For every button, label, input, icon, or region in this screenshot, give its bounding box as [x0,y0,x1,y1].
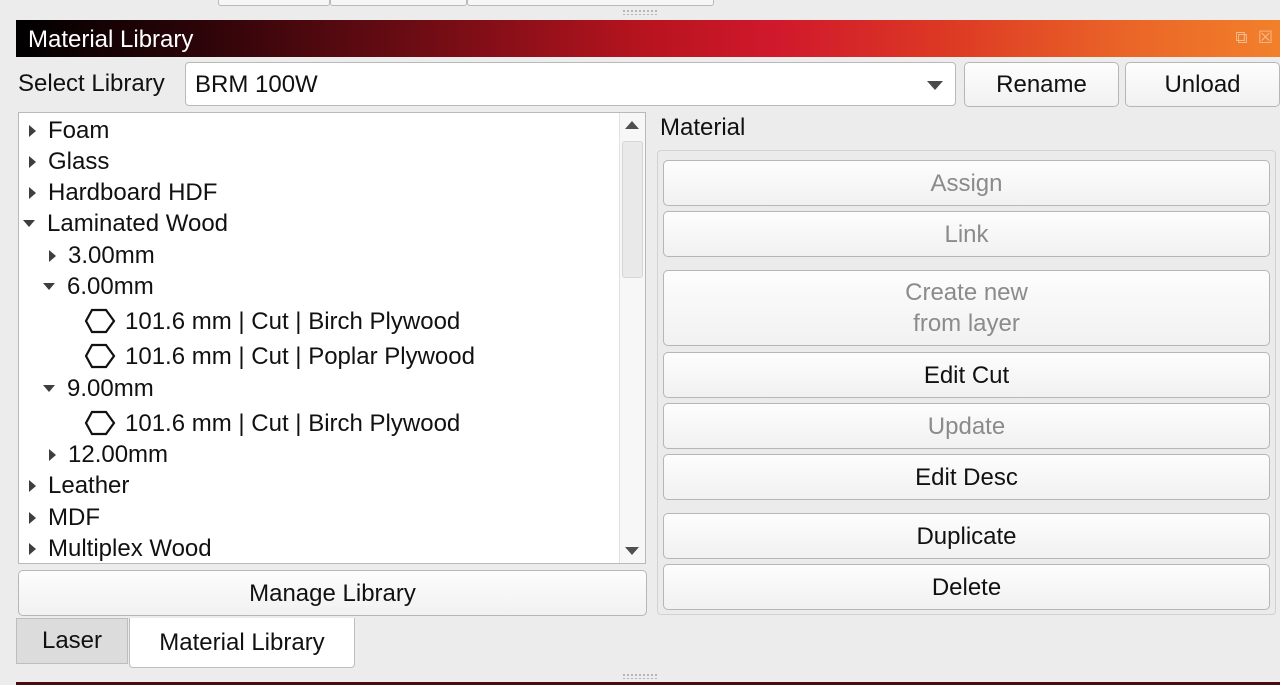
panel-title: Material Library [28,26,194,53]
expand-arrow-icon[interactable] [29,124,36,137]
collapse-arrow-icon[interactable] [23,220,35,227]
tree-item-label: Multiplex Wood [48,535,212,562]
collapse-arrow-icon[interactable] [43,283,55,290]
dock-tab-ghost [218,0,330,6]
tree-item-label: Leather [48,472,130,499]
select-library-label: Select Library [18,70,165,97]
expand-arrow-icon[interactable] [29,186,36,199]
dock-tab-ghost [467,0,714,6]
expand-arrow-icon[interactable] [29,511,36,524]
tree-item-laminated-wood[interactable]: Laminated Wood [23,208,228,239]
scrollbar-thumb[interactable] [622,141,643,278]
unload-button[interactable]: Unload [1125,62,1280,107]
create-new-from-layer-button[interactable]: Create new from layer [663,270,1270,346]
tab-laser[interactable]: Laser [16,618,128,664]
tree-item-glass[interactable]: Glass [25,146,109,177]
tree-item-9mm[interactable]: 9.00mm [43,373,154,404]
rename-button[interactable]: Rename [964,62,1119,107]
delete-button[interactable]: Delete [663,564,1270,610]
collapse-arrow-icon[interactable] [43,385,55,392]
cut-shape-icon [84,343,116,369]
duplicate-button[interactable]: Duplicate [663,513,1270,559]
tree-item-material[interactable]: 101.6 mm | Cut | Poplar Plywood [83,339,475,373]
float-icon[interactable]: ⧉ [1233,29,1250,46]
tree-item-label: Hardboard HDF [48,179,218,206]
tree-item-6mm[interactable]: 6.00mm [43,271,154,302]
tree-item-label: 3.00mm [68,242,155,269]
tree-item-label: 101.6 mm | Cut | Birch Plywood [125,409,461,437]
cut-shape-icon [84,308,116,334]
tree-item-label: 101.6 mm | Cut | Poplar Plywood [125,342,475,370]
cut-shape-icon [84,410,116,436]
create-new-line2: from layer [913,310,1020,337]
expand-arrow-icon[interactable] [29,155,36,168]
tree-item-label: 101.6 mm | Cut | Birch Plywood [125,307,461,335]
edit-cut-button[interactable]: Edit Cut [663,352,1270,398]
link-button[interactable]: Link [663,211,1270,257]
panel-titlebar[interactable]: Material Library ⧉ ☒ [16,20,1280,57]
top-dock-strip [0,0,1280,18]
material-section-label: Material [660,114,746,141]
dock-grip-handle[interactable] [622,9,658,15]
scroll-up-icon[interactable] [625,121,639,129]
tree-item-label: MDF [48,504,100,531]
material-tree[interactable]: Foam Glass Hardboard HDF Laminated Wood … [18,112,646,564]
tree-item-multiplex-wood[interactable]: Multiplex Wood [25,533,212,563]
tree-item-leather[interactable]: Leather [25,470,129,501]
assign-button[interactable]: Assign [663,160,1270,206]
tree-item-3mm[interactable]: 3.00mm [45,240,155,271]
library-select[interactable]: BRM 100W [185,62,956,106]
edit-desc-button[interactable]: Edit Desc [663,454,1270,500]
tree-item-label: Laminated Wood [47,210,229,237]
manage-library-button[interactable]: Manage Library [18,570,647,616]
tree-item-label: 6.00mm [67,273,154,300]
dock-tab-ghost [330,0,467,6]
update-button[interactable]: Update [663,403,1270,449]
tree-item-hardboard-hdf[interactable]: Hardboard HDF [25,177,217,208]
tree-item-label: 9.00mm [67,375,154,402]
bottom-grip-handle[interactable] [622,673,658,679]
expand-arrow-icon[interactable] [49,448,56,461]
tree-item-label: 12.00mm [68,441,169,468]
chevron-down-icon [927,81,943,90]
tree-item-mdf[interactable]: MDF [25,502,100,533]
expand-arrow-icon[interactable] [29,479,36,492]
expand-arrow-icon[interactable] [29,542,36,555]
create-new-line1: Create new [905,279,1028,306]
tree-item-label: Glass [48,148,110,175]
library-select-value: BRM 100W [195,71,318,98]
expand-arrow-icon[interactable] [49,249,56,262]
scroll-down-icon[interactable] [625,547,639,555]
tree-item-material[interactable]: 101.6 mm | Cut | Birch Plywood [83,406,460,440]
tree-item-material[interactable]: 101.6 mm | Cut | Birch Plywood [83,304,460,338]
tree-item-foam[interactable]: Foam [25,115,109,146]
tree-scrollbar[interactable] [619,113,645,563]
close-icon[interactable]: ☒ [1257,29,1274,46]
tab-material-library[interactable]: Material Library [129,618,355,668]
tree-item-label: Foam [48,117,110,144]
tree-item-12mm[interactable]: 12.00mm [45,439,168,470]
